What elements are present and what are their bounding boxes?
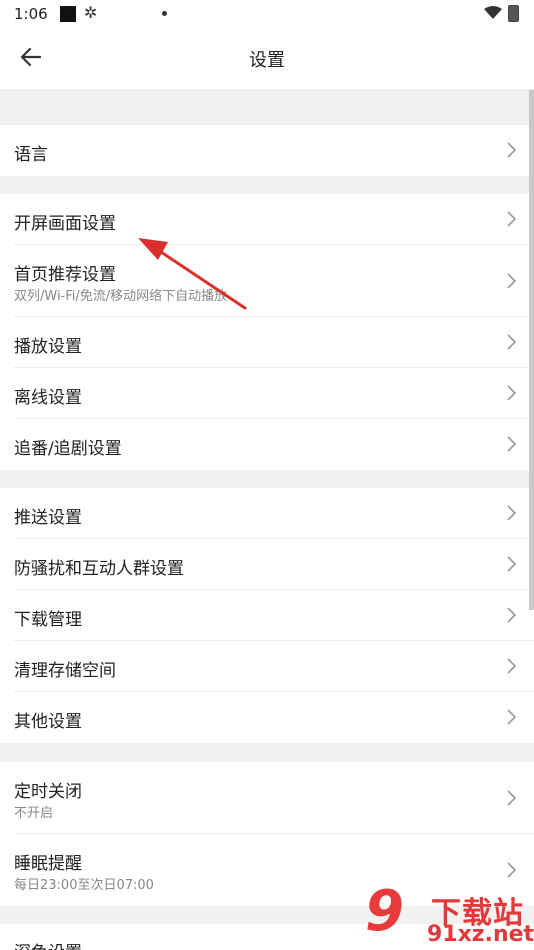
- annotation-arrow: [138, 238, 247, 310]
- watermark-site: 91xz.net: [427, 922, 534, 947]
- watermark: 9 下载站 91xz.net: [365, 882, 534, 950]
- watermark-logo: 9: [365, 879, 404, 944]
